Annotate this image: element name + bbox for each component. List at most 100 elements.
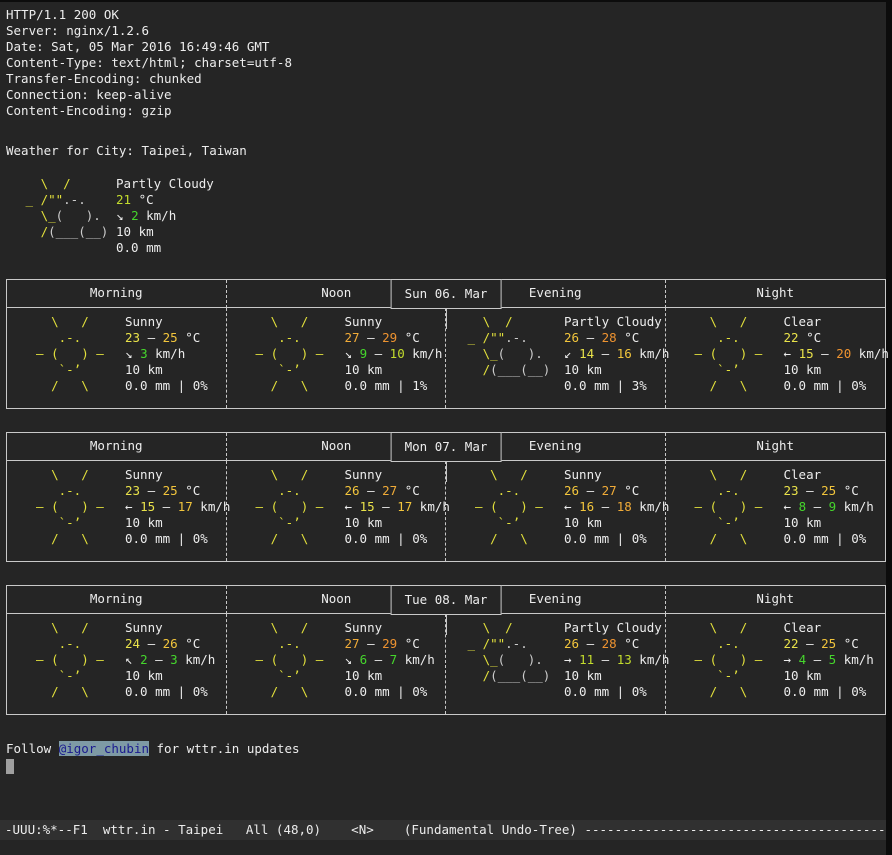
text-token: – bbox=[579, 330, 602, 345]
forecast-cell: \ / .-. ‒ ( ) ‒ `-’ / \ Clear22 °C← 15 – … bbox=[666, 308, 886, 408]
detail-line: ← 8 – 9 km/h bbox=[784, 499, 886, 515]
text-token: – bbox=[360, 330, 383, 345]
text-token: 23 bbox=[125, 483, 140, 498]
text-token: 10 km bbox=[116, 224, 154, 239]
text-token: / \ bbox=[680, 531, 748, 546]
cell-details: Sunny24 – 26 °C↖ 2 – 3 km/h10 km0.0 mm |… bbox=[125, 620, 226, 700]
text-token: – bbox=[367, 346, 390, 361]
text-token: ‒ ( ) ‒ bbox=[680, 346, 763, 361]
art-line: .-. bbox=[680, 330, 784, 346]
detail-line: ↘ 2 km/h bbox=[116, 208, 886, 224]
text-token: 14 bbox=[579, 346, 594, 361]
forecast-days: Sun 06. MarMorningNoonEveningNight \ / .… bbox=[6, 279, 886, 715]
art-line: `-’ bbox=[241, 362, 345, 378]
text-token: Sunny bbox=[125, 314, 163, 329]
detail-line: ↙ 14 – 16 km/h bbox=[564, 346, 665, 362]
text-token: 26 bbox=[564, 330, 579, 345]
cell-details: Clear22 °C← 15 – 20 km/h10 km0.0 mm | 0% bbox=[784, 314, 886, 394]
art-line: \ / bbox=[460, 620, 564, 636]
text-token: \_ bbox=[460, 652, 498, 667]
text-token: ‒ ( ) ‒ bbox=[241, 346, 324, 361]
text-token: ↘ bbox=[345, 346, 360, 361]
text-token: / bbox=[18, 224, 48, 239]
art-line: / \ bbox=[21, 531, 125, 547]
text-token: 8 bbox=[799, 499, 807, 514]
emacs-modeline[interactable]: -UUU:%*--F1 wttr.in - Taipei All (48,0) … bbox=[0, 820, 886, 840]
http-header-line: Content-Type: text/html; charset=utf-8 bbox=[6, 55, 886, 71]
text-token: km/h bbox=[178, 652, 216, 667]
detail-line: 0.0 mm | 0% bbox=[345, 531, 446, 547]
follow-prefix: Follow bbox=[6, 741, 59, 756]
text-token: 4 bbox=[799, 652, 807, 667]
text-token: °C bbox=[799, 330, 822, 345]
art-line: ‒ ( ) ‒ bbox=[21, 499, 125, 515]
text-token: \ / bbox=[21, 620, 89, 635]
text-token: – bbox=[360, 483, 383, 498]
text-token: °C bbox=[178, 483, 201, 498]
text-token: 27 bbox=[345, 330, 360, 345]
detail-line: 0.0 mm | 0% bbox=[125, 378, 226, 394]
art-line: `-’ bbox=[680, 362, 784, 378]
text-token: km/h bbox=[836, 652, 874, 667]
text-token: 28 bbox=[602, 636, 617, 651]
text-token: `-’ bbox=[680, 668, 740, 683]
text-token: – bbox=[140, 330, 163, 345]
art-line: / \ bbox=[241, 531, 345, 547]
text-token: Sunny bbox=[345, 314, 383, 329]
detail-line: 10 km bbox=[125, 362, 226, 378]
period-header: Morning bbox=[7, 586, 227, 614]
text-token: 29 bbox=[382, 636, 397, 651]
date-box-connector bbox=[446, 308, 447, 329]
art-line: \ / bbox=[18, 176, 116, 192]
date-box-connector bbox=[446, 461, 447, 482]
text-token: (___(__) bbox=[490, 668, 550, 683]
detail-line: 0.0 mm | 3% bbox=[564, 378, 665, 394]
forecast-cell: \ / .-. ‒ ( ) ‒ `-’ / \Sunny26 – 27 °C← … bbox=[446, 461, 666, 561]
twitter-handle-link[interactable]: @igor_chubin bbox=[59, 741, 149, 756]
text-token: 15 bbox=[799, 346, 814, 361]
art-line: ‒ ( ) ‒ bbox=[680, 652, 784, 668]
detail-line: 23 – 25 °C bbox=[784, 483, 886, 499]
forecast-cell: \ / .-. ‒ ( ) ‒ `-’ / \Clear23 – 25 °C← … bbox=[666, 461, 886, 561]
http-header-line: Connection: keep-alive bbox=[6, 87, 886, 103]
text-token: 10 km bbox=[784, 515, 822, 530]
text-token: °C bbox=[836, 483, 859, 498]
art-line: \ / bbox=[241, 467, 345, 483]
text-token: / \ bbox=[680, 378, 748, 393]
art-line: .-. bbox=[680, 483, 784, 499]
text-token: – bbox=[155, 499, 178, 514]
text-token: 9 bbox=[360, 346, 368, 361]
text-token: ← bbox=[784, 346, 799, 361]
art-line: \_( ). bbox=[460, 346, 564, 362]
text-token: HTTP/1.1 200 OK bbox=[6, 7, 119, 22]
text-token: \ / bbox=[460, 620, 513, 635]
text-token: / \ bbox=[241, 531, 309, 546]
text-token: ↖ bbox=[125, 652, 140, 667]
text-token: ← bbox=[564, 499, 579, 514]
cell-details: Sunny26 – 27 °C← 16 – 18 km/h10 km0.0 mm… bbox=[564, 467, 665, 547]
art-line: \ / bbox=[680, 314, 784, 330]
art-line: / \ bbox=[21, 684, 125, 700]
detail-line: 10 km bbox=[564, 515, 665, 531]
detail-line: 10 km bbox=[345, 668, 446, 684]
detail-line: Clear bbox=[784, 467, 886, 483]
detail-line: Partly Cloudy bbox=[116, 176, 886, 192]
forecast-cell: \ / .-. ‒ ( ) ‒ `-’ / \Clear22 – 25 °C→ … bbox=[666, 614, 886, 714]
forecast-cell: \ / _ /"".-. \_( ). /(___(__)Partly Clou… bbox=[446, 308, 666, 408]
art-line: _ /"".-. bbox=[460, 330, 564, 346]
detail-line: 22 – 25 °C bbox=[784, 636, 886, 652]
http-header-line: Date: Sat, 05 Mar 2016 16:49:46 GMT bbox=[6, 39, 886, 55]
text-token: 16 bbox=[617, 346, 632, 361]
art-line: ‒ ( ) ‒ bbox=[680, 346, 784, 362]
text-token: Clear bbox=[784, 314, 822, 329]
detail-line: Sunny bbox=[125, 314, 226, 330]
text-token: 10 km bbox=[125, 668, 163, 683]
detail-line: ← 15 – 17 km/h bbox=[345, 499, 446, 515]
text-token: .-. bbox=[63, 192, 86, 207]
detail-line: ↖ 2 – 3 km/h bbox=[125, 652, 226, 668]
art-sunny: \ / .-. ‒ ( ) ‒ `-’ / \ bbox=[21, 467, 125, 547]
text-token: .-. bbox=[460, 483, 520, 498]
forecast-cell: \ / .-. ‒ ( ) ‒ `-’ / \Sunny23 – 25 °C↘ … bbox=[7, 308, 227, 408]
detail-line: 23 – 25 °C bbox=[125, 483, 226, 499]
text-token: 23 bbox=[784, 483, 799, 498]
